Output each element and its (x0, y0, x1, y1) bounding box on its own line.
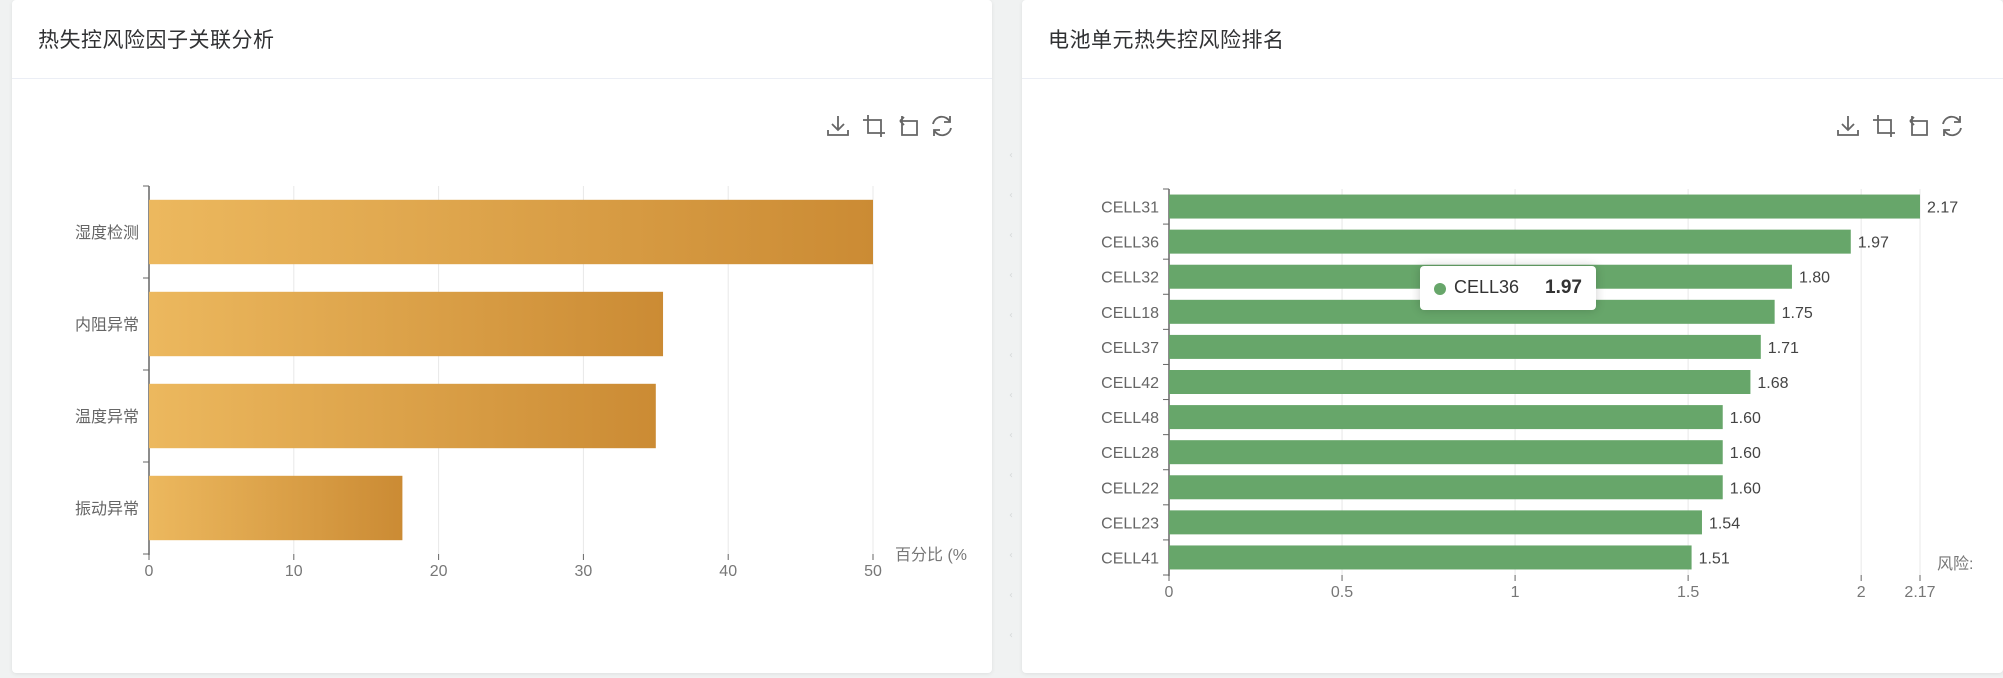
bar (149, 199, 873, 265)
y-category-label: CELL31 (1101, 200, 1159, 217)
chevron-icon: ‹ (1009, 230, 1013, 241)
x-axis-name: 百分比 (% (895, 546, 967, 564)
chevron-icon: ‹ (1009, 470, 1013, 481)
chevron-icon: ‹ (1009, 270, 1013, 281)
x-tick-label: 50 (864, 563, 882, 580)
x-tick-label: 20 (430, 563, 448, 580)
x-tick-label: 2 (1857, 584, 1866, 600)
y-category-label: 湿度检测 (75, 224, 139, 242)
bar (1169, 510, 1702, 535)
x-tick-label: 0 (1165, 584, 1174, 600)
y-category-label: 振动异常 (75, 500, 139, 518)
x-tick-label: 0.5 (1331, 584, 1353, 600)
tooltip-name: CELL36 (1454, 277, 1520, 297)
y-category-label: CELL41 (1101, 550, 1159, 567)
chevron-icon: ‹ (1009, 390, 1013, 401)
cell-ranking-panel: 电池单元热失控风险排名 0 0.5 1 1.5 2 2.17 CELL31 2.17 CELL3… (1022, 0, 2003, 673)
y-category-label: CELL36 (1101, 235, 1159, 252)
bar-value-label: 1.71 (1768, 340, 1799, 357)
bar-value-label: 1.80 (1799, 270, 1830, 287)
y-category-label: 内阻异常 (75, 316, 139, 334)
y-category-label: CELL42 (1101, 375, 1159, 392)
x-tick-label: 10 (285, 563, 303, 580)
tooltip-series-dot (1434, 283, 1446, 295)
chevron-icon: ‹ (1009, 350, 1013, 361)
y-category-label: CELL37 (1101, 340, 1159, 357)
bar-value-label: 1.60 (1730, 410, 1761, 427)
x-tick-label: 2.17 (1904, 584, 1935, 600)
x-tick-label: 1 (1511, 584, 1520, 600)
bar (149, 291, 664, 357)
bar-value-label: 1.68 (1757, 375, 1788, 392)
chevron-icon: ‹ (1009, 510, 1013, 521)
bar-value-label: 1.75 (1782, 305, 1813, 322)
x-tick-label: 1.5 (1677, 584, 1699, 600)
bar (149, 475, 403, 541)
bar-value-label: 1.60 (1730, 480, 1761, 497)
chevron-icon: ‹ (1009, 430, 1013, 441)
bar-value-label: 1.51 (1699, 550, 1730, 567)
bar (1169, 405, 1723, 430)
chart-tooltip: CELL36 1.97 (1420, 266, 1596, 310)
bar (1169, 475, 1723, 500)
factor-bar-chart: 0 10 20 30 40 50 湿度检测内阻异常温度异常振动异常百分比 (% (75, 185, 967, 580)
chevron-icon: ‹ (1009, 630, 1013, 641)
bar-value-label: 2.17 (1927, 200, 1958, 217)
bar (1169, 440, 1723, 465)
tooltip-value: 1.97 (1545, 277, 1582, 298)
chevron-icon: ‹ (1009, 550, 1013, 561)
y-category-label: CELL23 (1101, 515, 1159, 532)
y-category-label: CELL22 (1101, 480, 1159, 497)
y-category-label: CELL18 (1101, 305, 1159, 322)
bar-value-label: 1.60 (1730, 445, 1761, 462)
bar (1169, 370, 1751, 394)
bar (149, 383, 656, 449)
x-tick-label: 40 (719, 563, 737, 580)
x-tick-label: 0 (145, 563, 154, 580)
x-axis-name: 风险: (1937, 555, 1973, 573)
bar (1169, 334, 1761, 359)
bar (1169, 229, 1851, 254)
y-category-label: CELL28 (1101, 445, 1159, 462)
chevron-icon: ‹ (1009, 590, 1013, 601)
y-category-label: 温度异常 (75, 408, 139, 426)
chevron-icon: ‹ (1009, 310, 1013, 321)
bar (1169, 194, 1920, 219)
chevron-icon: ‹ (1009, 150, 1013, 161)
factor-analysis-panel: 热失控风险因子关联分析 0 10 20 30 40 50 湿度检测 内阻异常 温度异常 振动异常百… (12, 0, 992, 673)
x-tick-label: 30 (575, 563, 593, 580)
y-category-label: CELL32 (1101, 270, 1159, 287)
bar-value-label: 1.54 (1709, 515, 1740, 532)
bar (1169, 545, 1692, 570)
bar-value-label: 1.97 (1858, 235, 1889, 252)
y-category-label: CELL48 (1101, 410, 1159, 427)
chevron-icon: ‹ (1009, 190, 1013, 201)
